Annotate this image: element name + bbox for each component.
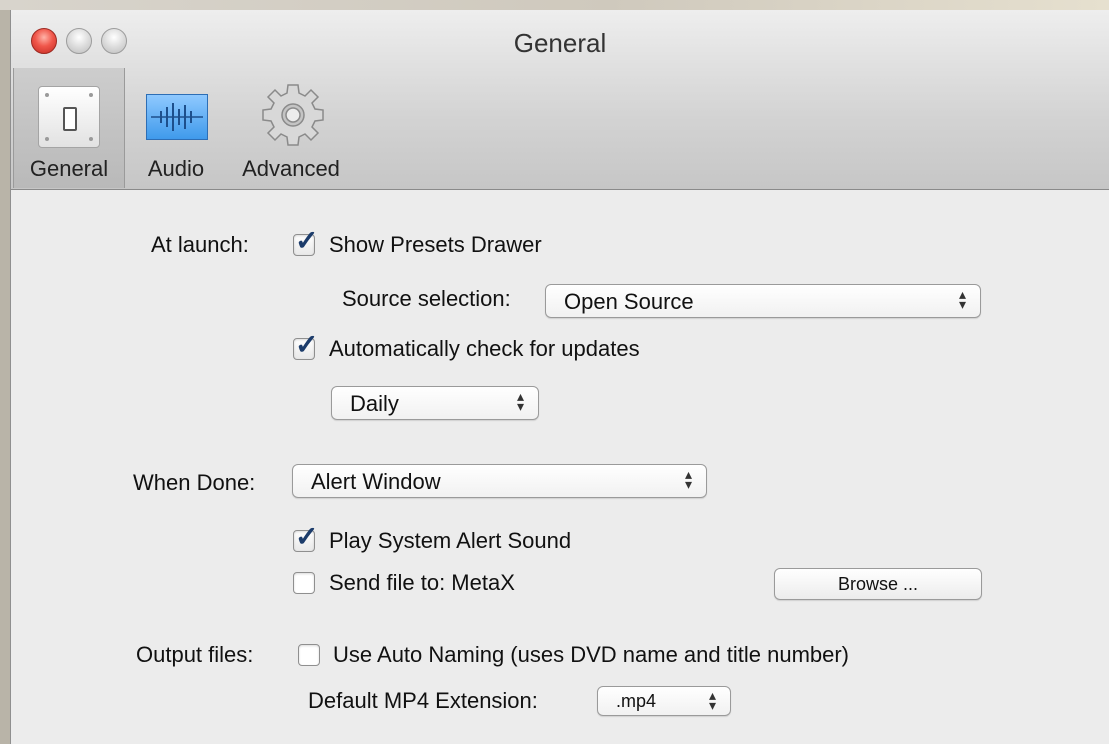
toolbar-tab-general[interactable]: General [13,68,125,188]
play-alert-sound-checkbox[interactable]: ✓ [293,523,318,552]
when-done-value: Alert Window [311,469,441,494]
up-down-arrows-icon: ▴ ▾ [708,687,716,713]
send-file-checkbox[interactable] [293,572,315,594]
checkmark-icon: ✓ [295,329,319,360]
play-alert-sound-label: Play System Alert Sound [329,528,572,553]
up-down-arrows-icon: ▴ ▾ [958,286,966,312]
show-presets-drawer-checkbox[interactable]: ✓ [293,227,318,256]
mp4-extension-popup[interactable]: .mp4 ▴ ▾ [597,686,731,716]
auto-naming-checkbox[interactable] [298,644,320,666]
preferences-window: General General Audio Advanced At launch… [10,10,1109,744]
up-down-arrows-icon: ▴ ▾ [516,388,524,414]
output-files-label: Output files: [136,642,254,667]
source-selection-popup[interactable]: Open Source ▴ ▾ [545,284,981,318]
auto-naming-label: Use Auto Naming (uses DVD name and title… [333,642,850,667]
show-presets-drawer-label: Show Presets Drawer [329,232,542,257]
toolbar-tab-advanced-label: Advanced [242,156,340,181]
mp4-extension-value: .mp4 [616,691,657,711]
general-pane: At launch: ✓ Show Presets Drawer Source … [11,190,1109,744]
checkmark-icon: ✓ [295,521,319,552]
source-selection-value: Open Source [564,289,694,314]
titlebar: General General Audio Advanced [11,10,1109,190]
update-frequency-popup[interactable]: Daily ▴ ▾ [331,386,539,420]
when-done-popup[interactable]: Alert Window ▴ ▾ [292,464,707,498]
up-down-arrows-icon: ▴ ▾ [684,466,692,492]
auto-update-label: Automatically check for updates [329,336,640,361]
at-launch-label: At launch: [151,232,249,257]
checkmark-icon: ✓ [295,225,319,256]
light-switch-icon [38,86,100,148]
when-done-label: When Done: [133,470,256,495]
toolbar-tab-general-label: General [29,156,109,181]
window-title: General [513,28,607,58]
mp4-extension-label: Default MP4 Extension: [308,688,538,713]
waveform-icon [146,94,208,140]
update-frequency-value: Daily [350,391,399,416]
auto-update-checkbox[interactable]: ✓ [293,331,318,360]
gear-icon [262,84,324,146]
toolbar-tab-audio-label: Audio [147,156,205,181]
send-file-label: Send file to: MetaX [329,570,515,595]
toolbar-tab-advanced[interactable]: Advanced [226,68,356,188]
source-selection-label: Source selection: [342,286,511,311]
browse-button[interactable]: Browse ... [774,568,982,600]
desktop-backdrop [0,0,1109,10]
toolbar-tab-audio[interactable]: Audio [136,68,216,188]
